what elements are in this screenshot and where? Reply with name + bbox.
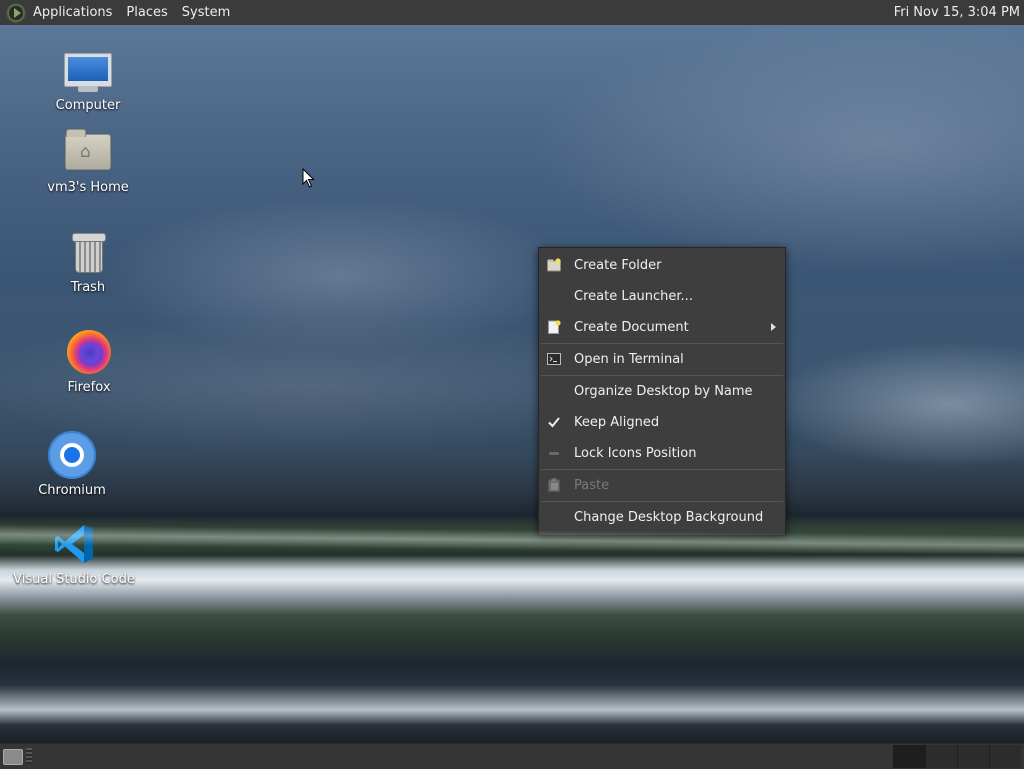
chromium-icon (47, 430, 97, 480)
new-document-icon (548, 320, 561, 334)
menu-item-label: Open in Terminal (574, 352, 684, 367)
workspace-2[interactable] (925, 745, 957, 768)
top-panel: Applications Places System Fri Nov 15, 3… (0, 0, 1024, 26)
menu-item-change-background[interactable]: Change Desktop Background (539, 502, 785, 533)
terminal-icon (547, 353, 561, 365)
desktop-icon-label: vm3's Home (47, 180, 129, 195)
clock[interactable]: Fri Nov 15, 3:04 PM (894, 5, 1024, 20)
menu-item-keep-aligned[interactable]: Keep Aligned (539, 407, 785, 438)
menu-item-label: Create Folder (574, 258, 662, 273)
menu-item-create-launcher[interactable]: Create Launcher... (539, 281, 785, 312)
menu-item-open-terminal[interactable]: Open in Terminal (539, 344, 785, 375)
menu-item-create-folder[interactable]: Create Folder (539, 250, 785, 281)
desktop-icon-vscode[interactable]: Visual Studio Code (13, 519, 135, 587)
mouse-pointer-icon (302, 168, 315, 188)
workspace-3[interactable] (957, 745, 989, 768)
panel-grip-handle[interactable] (26, 748, 32, 764)
desktop-icon-label: Visual Studio Code (13, 572, 135, 587)
mate-logo-icon[interactable] (6, 2, 26, 23)
desktop-icon-label: Firefox (67, 380, 111, 395)
workspace-1[interactable] (893, 745, 925, 768)
panel-menu-bar: Applications Places System (30, 0, 237, 25)
desktop-context-menu: Create Folder Create Launcher... Create … (538, 247, 786, 536)
desktop-icon-label: Trash (70, 280, 106, 295)
vscode-icon (49, 519, 99, 569)
menu-item-create-document[interactable]: Create Document (539, 312, 785, 343)
desktop-icon-label: Computer (55, 98, 121, 113)
paste-icon (548, 478, 560, 492)
menu-item-paste[interactable]: Paste (539, 470, 785, 501)
show-desktop-icon[interactable] (3, 749, 23, 765)
applications-menu[interactable]: Applications (30, 0, 119, 25)
menu-item-label: Create Document (574, 320, 689, 335)
menu-item-label: Organize Desktop by Name (574, 384, 753, 399)
desktop-icon-trash[interactable]: Trash (33, 227, 143, 295)
menu-item-organize-desktop[interactable]: Organize Desktop by Name (539, 376, 785, 407)
submenu-arrow-icon (771, 323, 776, 331)
menu-item-label: Create Launcher... (574, 289, 693, 304)
menu-item-label: Change Desktop Background (574, 510, 764, 525)
desktop-icon-chromium[interactable]: Chromium (17, 430, 127, 498)
menu-item-label: Lock Icons Position (574, 446, 697, 461)
firefox-icon (64, 327, 114, 377)
new-folder-icon (547, 258, 561, 272)
checkmark-icon (548, 417, 560, 428)
menu-item-label: Paste (574, 478, 610, 493)
trash-icon (63, 227, 113, 277)
desktop-icon-firefox[interactable]: Firefox (34, 327, 144, 395)
computer-icon (63, 45, 113, 95)
home-folder-icon: ⌂ (63, 127, 113, 177)
places-menu[interactable]: Places (119, 0, 174, 25)
desktop[interactable]: Computer ⌂ vm3's Home Trash Firefox Chro… (0, 25, 1024, 743)
desktop-icon-home[interactable]: ⌂ vm3's Home (33, 127, 143, 195)
desktop-icon-label: Chromium (38, 483, 106, 498)
system-menu[interactable]: System (175, 0, 237, 25)
menu-item-lock-icons[interactable]: Lock Icons Position (539, 438, 785, 469)
menu-item-label: Keep Aligned (574, 415, 660, 430)
desktop-icon-computer[interactable]: Computer (33, 45, 143, 113)
lock-toggle-icon (549, 452, 559, 455)
workspace-4[interactable] (989, 745, 1021, 768)
bottom-panel (0, 743, 1024, 769)
